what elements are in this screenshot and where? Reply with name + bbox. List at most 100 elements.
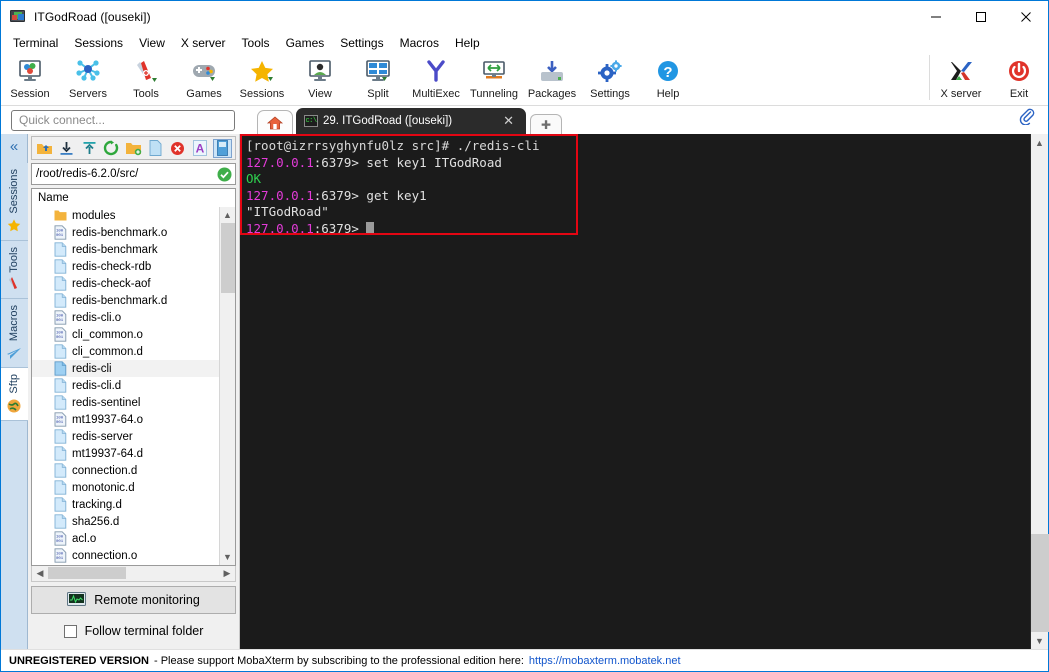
file-icon	[54, 446, 67, 461]
sftp-path-bar[interactable]: /root/redis-6.2.0/src/	[31, 163, 236, 185]
menu-settings[interactable]: Settings	[332, 34, 391, 52]
quick-connect-input[interactable]: Quick connect...	[11, 109, 235, 131]
home-tab[interactable]	[257, 110, 293, 134]
home-icon	[266, 115, 284, 129]
list-item[interactable]: 100 001 acl.o	[32, 530, 219, 547]
mobaxterm-window: ITGodRoad ([ouseki]) Terminal Sessions V…	[0, 0, 1049, 672]
scroll-right-icon[interactable]: ▶	[219, 568, 235, 579]
list-item[interactable]: 100 001 connection.o	[32, 547, 219, 564]
list-item[interactable]: redis-benchmark	[32, 241, 219, 258]
sidebar-item-sessions[interactable]: Sessions	[0, 163, 28, 241]
scroll-down-icon[interactable]: ▼	[220, 549, 235, 565]
bookmark-icon[interactable]	[212, 138, 233, 158]
delete-icon[interactable]	[168, 139, 187, 158]
toolbar-settings-button[interactable]: Settings	[581, 55, 639, 100]
list-item-label: modules	[72, 209, 116, 222]
terminal-scrollbar[interactable]: ▲ ▼	[1030, 134, 1049, 649]
hscroll-thumb[interactable]	[48, 567, 126, 579]
monitor-graph-icon	[67, 592, 87, 608]
refresh-icon[interactable]	[102, 139, 121, 158]
list-item[interactable]: sha256.d	[32, 513, 219, 530]
scroll-up-icon[interactable]: ▲	[223, 207, 232, 223]
menu-view[interactable]: View	[131, 34, 173, 52]
list-item[interactable]: redis-check-rdb	[32, 258, 219, 275]
svg-text:001: 001	[56, 421, 64, 425]
terminal-tab-close-icon[interactable]: ✕	[497, 113, 520, 129]
list-item[interactable]: 100 001 redis-benchmark.o	[32, 224, 219, 241]
terminal-scroll-up-icon[interactable]: ▲	[1031, 134, 1048, 151]
scroll-left-icon[interactable]: ◀	[32, 568, 48, 579]
list-item[interactable]: redis-cli	[32, 360, 219, 377]
file-list-horizontal-scrollbar[interactable]: ◀ ▶	[31, 566, 236, 582]
toolbar-packages-button[interactable]: Packages	[523, 55, 581, 100]
list-item[interactable]: 100 001 redis-cli.o	[32, 309, 219, 326]
list-item[interactable]: redis-server	[32, 428, 219, 445]
terminal-tab[interactable]: c:\ 29. ITGodRoad ([ouseki]) ✕	[296, 108, 526, 134]
toolbar-servers-button[interactable]: Servers	[59, 55, 117, 100]
toolbar-games-button[interactable]: Games	[175, 55, 233, 100]
status-link[interactable]: https://mobaxterm.mobatek.net	[529, 655, 681, 667]
upload-icon[interactable]	[79, 139, 98, 158]
remote-monitoring-button[interactable]: Remote monitoring	[31, 586, 236, 614]
list-item-label: tracking.d	[72, 498, 122, 511]
toolbar-sessions-button[interactable]: Sessions	[233, 55, 291, 100]
download-icon[interactable]	[57, 139, 76, 158]
menu-x-server[interactable]: X server	[173, 34, 234, 52]
list-item[interactable]: redis-check-aof	[32, 275, 219, 292]
toolbar-split-button[interactable]: Split	[349, 55, 407, 100]
menu-games[interactable]: Games	[278, 34, 333, 52]
menu-tools[interactable]: Tools	[234, 34, 278, 52]
sidebar-item-tools[interactable]: Tools	[0, 240, 28, 300]
list-item[interactable]: redis-benchmark.d	[32, 292, 219, 309]
list-item[interactable]: mt19937-64.d	[32, 445, 219, 462]
toolbar-xserver-button[interactable]: X server	[932, 55, 990, 100]
menu-macros[interactable]: Macros	[392, 34, 447, 52]
quickconnect-tabs-row: Quick connect... c:\ 29. ITGodRoad ([ous…	[1, 106, 1048, 134]
text-edit-icon[interactable]: A	[191, 139, 210, 158]
toolbar-tools-button[interactable]: Tools	[117, 55, 175, 100]
new-tab-button[interactable]: ✚	[530, 114, 562, 134]
terminal-text: OK	[246, 171, 262, 186]
toolbar-view-button[interactable]: View	[291, 55, 349, 100]
list-item[interactable]: redis-cli.d	[32, 377, 219, 394]
sidebar-item-macros[interactable]: Macros	[0, 299, 28, 369]
maximize-button[interactable]	[958, 1, 1003, 32]
new-folder-icon[interactable]	[124, 139, 143, 158]
follow-terminal-folder-row[interactable]: Follow terminal folder	[31, 619, 236, 643]
menu-sessions[interactable]: Sessions	[66, 34, 131, 52]
help-icon: ?	[653, 58, 683, 86]
list-item[interactable]: monotonic.d	[32, 479, 219, 496]
toolbar-tunneling-button[interactable]: Tunneling	[465, 55, 523, 100]
exit-power-icon	[1004, 58, 1034, 86]
games-icon	[189, 58, 219, 86]
new-file-icon[interactable]	[146, 139, 165, 158]
list-item-label: mt19937-64.o	[72, 413, 143, 426]
list-item[interactable]: redis-sentinel	[32, 394, 219, 411]
list-item[interactable]: tracking.d	[32, 496, 219, 513]
terminal-screen[interactable]: [root@izrrsyghynfu0lz src]# ./redis-cli 1…	[240, 134, 1030, 649]
terminal-text: :6379> set key1 ITGodRoad	[313, 154, 502, 170]
follow-terminal-folder-checkbox[interactable]	[63, 624, 77, 638]
minimize-button[interactable]	[913, 1, 958, 32]
menu-terminal[interactable]: Terminal	[5, 34, 66, 52]
toolbar-multiexec-button[interactable]: MultiExec	[407, 55, 465, 100]
file-list-vertical-scrollbar[interactable]: ▲ ▼	[219, 207, 235, 565]
close-button[interactable]	[1003, 1, 1048, 32]
collapse-sidebar-button[interactable]: «	[10, 138, 18, 155]
terminal-scroll-down-icon[interactable]: ▼	[1031, 632, 1048, 649]
list-item[interactable]: 100 001 cli_common.o	[32, 326, 219, 343]
list-item-label: mt19937-64.d	[72, 447, 143, 460]
scroll-thumb[interactable]	[221, 223, 235, 293]
terminal-scroll-thumb[interactable]	[1031, 534, 1049, 632]
list-item[interactable]: modules	[32, 207, 219, 224]
menu-help[interactable]: Help	[447, 34, 488, 52]
attach-paperclip-icon[interactable]	[1018, 107, 1036, 130]
toolbar-session-button[interactable]: Session	[1, 55, 59, 100]
toolbar-help-button[interactable]: ? Help	[639, 55, 697, 100]
toolbar-exit-button[interactable]: Exit	[990, 55, 1048, 100]
list-item[interactable]: 100 001 mt19937-64.o	[32, 411, 219, 428]
list-item[interactable]: connection.d	[32, 462, 219, 479]
list-item[interactable]: cli_common.d	[32, 343, 219, 360]
parent-folder-icon[interactable]	[35, 139, 54, 158]
sidebar-item-sftp[interactable]: Sftp	[0, 368, 28, 421]
